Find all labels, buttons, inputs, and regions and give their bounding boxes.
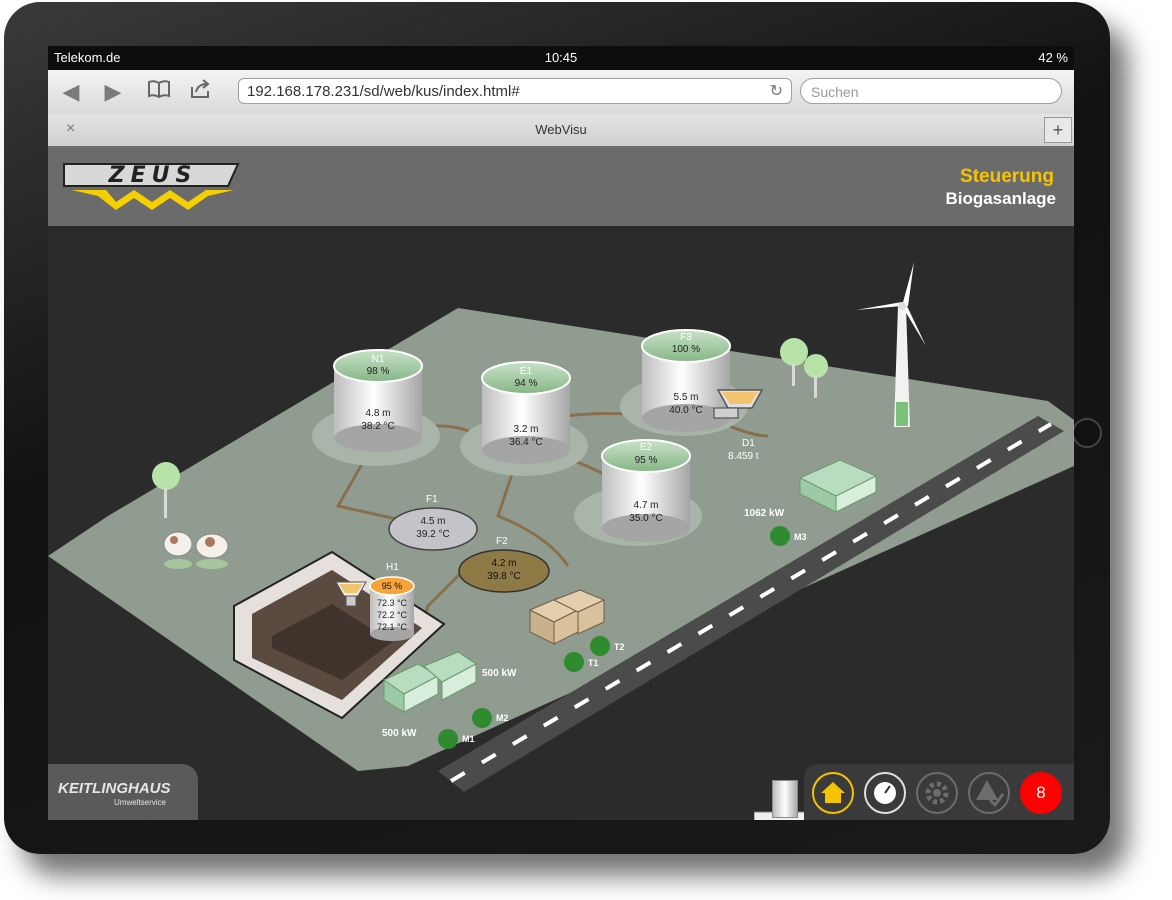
new-tab-button[interactable]: + (1044, 117, 1072, 143)
dashboard-nav-button[interactable] (864, 772, 906, 814)
engine-m2-power: 500 kW (482, 668, 517, 679)
heater-h1[interactable]: 95 % 72.3 °C 72.2 °C 72.1 °C (368, 572, 416, 642)
svg-text:ZEUS: ZEUS (108, 163, 198, 188)
alarm-ack-nav-button[interactable] (968, 772, 1010, 814)
home-button[interactable] (1072, 418, 1102, 448)
transformer-t1-label: T1 (588, 658, 599, 668)
feeder-d1[interactable] (712, 382, 768, 424)
engine-m1-label: M1 (462, 734, 475, 744)
tree-icon (780, 338, 828, 398)
brand-logo: KEITLINGHAUS Umweltservice (48, 764, 198, 820)
engine-m3-power: 1062 kW (744, 508, 785, 519)
warning-check-icon (976, 780, 1005, 808)
engine-m1-power: 500 kW (382, 728, 417, 739)
tank-n1-level: 98 % (366, 366, 390, 377)
gauge-icon (874, 782, 896, 804)
clock: 10:45 (544, 50, 578, 65)
tank-e2-height: 4.7 m (633, 500, 659, 511)
tank-n1-height: 4.8 m (365, 408, 391, 419)
tab-webvisu[interactable]: WebVisu (48, 122, 1074, 137)
feeder-d1-label: D1 (742, 438, 755, 449)
home-icon (821, 782, 845, 803)
header-title-biogasanlage: Biogasanlage (945, 189, 1056, 208)
share-icon[interactable] (186, 79, 216, 105)
cow-icon (163, 531, 229, 569)
tank-e2[interactable]: E2 95 % 4.7 m 35.0 °C (600, 436, 692, 548)
tree-icon (152, 462, 180, 518)
settings-nav-button[interactable] (916, 772, 958, 814)
lagoon-f1[interactable]: 4.5 m 39.2 °C (388, 506, 478, 552)
wind-turbine-icon (856, 262, 926, 427)
hopper-icon (334, 578, 368, 610)
tank-e1[interactable]: E1 94 % 3.2 m 36.4 °C (480, 358, 572, 470)
lagoon-f1-height: 4.5 m (420, 516, 446, 527)
tank-e1-level: 94 % (514, 378, 538, 389)
tank-e1-temp: 36.4 °C (509, 437, 543, 448)
transformer-t2-label: T2 (614, 642, 625, 652)
browser-toolbar: ◀ ▶ 192.168.178.231/sd/web/kus/index.htm… (48, 70, 1074, 115)
heater-h1-level: 95 % (381, 581, 403, 591)
engine-m2-label: M2 (496, 713, 509, 723)
brand-name: KEITLINGHAUS (58, 780, 171, 797)
tank-f3-level: 100 % (671, 344, 701, 355)
bottom-nav: 8 (804, 764, 1074, 820)
forward-icon[interactable]: ▶ (98, 79, 128, 105)
home-nav-button[interactable] (812, 772, 854, 814)
url-field[interactable]: 192.168.178.231/sd/web/kus/index.html# ↻ (238, 78, 792, 104)
engine-m3-label: M3 (794, 532, 807, 542)
battery-label: 42 % (1038, 50, 1068, 65)
heater-h1-t2: 72.2 °C (376, 610, 408, 620)
tank-f3-label: F3 (680, 332, 692, 343)
engine-block-m1-m2[interactable] (378, 650, 478, 716)
lagoon-f2-height: 4.2 m (491, 558, 517, 569)
tank-e2-label: E2 (639, 442, 653, 453)
alarm-count-badge[interactable]: 8 (1020, 772, 1062, 814)
back-icon[interactable]: ◀ (56, 79, 86, 105)
reload-icon[interactable]: ↻ (770, 79, 783, 105)
valve-top-f1[interactable] (772, 780, 798, 818)
tank-e2-level: 95 % (634, 455, 658, 466)
gear-icon (925, 781, 949, 805)
lagoon-f1-temp: 39.2 °C (416, 529, 450, 540)
engine-block-m3[interactable] (796, 454, 880, 513)
url-text: 192.168.178.231/sd/web/kus/index.html# (247, 83, 520, 100)
brand-subtitle: Umweltservice (114, 798, 167, 807)
search-input[interactable]: Suchen (800, 78, 1062, 104)
bookmarks-icon[interactable] (144, 79, 174, 105)
heater-h1-label: H1 (386, 562, 399, 573)
tank-e1-height: 3.2 m (513, 424, 539, 435)
device-screen: Telekom.de 10:45 42 % ◀ ▶ 192.168.178.23… (48, 46, 1074, 820)
tank-e2-temp: 35.0 °C (629, 513, 663, 524)
feeder-d1-value: 8.459 t (728, 451, 759, 462)
lagoon-f1-label: F1 (426, 494, 438, 505)
header-title-steuerung: Steuerung (960, 166, 1054, 187)
app-header: ZEUS Steuerung Biogasanlage (48, 146, 1074, 226)
engine-m3-status[interactable] (770, 526, 790, 546)
engine-m2-status[interactable] (472, 708, 492, 728)
heater-h1-t3: 72.1 °C (376, 622, 408, 632)
transformer-t2-status[interactable] (590, 636, 610, 656)
lagoon-f2-label: F2 (496, 536, 508, 547)
heater-h1-t1: 72.3 °C (376, 598, 408, 608)
tab-bar: × WebVisu + (48, 114, 1074, 147)
status-bar: Telekom.de 10:45 42 % (48, 46, 1074, 70)
tank-n1[interactable]: N1 98 % 4.8 m 38.2 °C (332, 346, 424, 458)
tank-n1-temp: 38.2 °C (361, 421, 395, 432)
tank-n1-label: N1 (371, 354, 385, 365)
engine-m1-status[interactable] (438, 729, 458, 749)
tank-e1-label: E1 (519, 366, 533, 377)
lagoon-f2-temp: 39.8 °C (487, 571, 521, 582)
transformer-t1-status[interactable] (564, 652, 584, 672)
plant-overview: N1 98 % 4.8 m 38.2 °C E1 94 % 3.2 m 36.4… (48, 226, 1074, 820)
zeus-logo: ZEUS (63, 163, 240, 210)
